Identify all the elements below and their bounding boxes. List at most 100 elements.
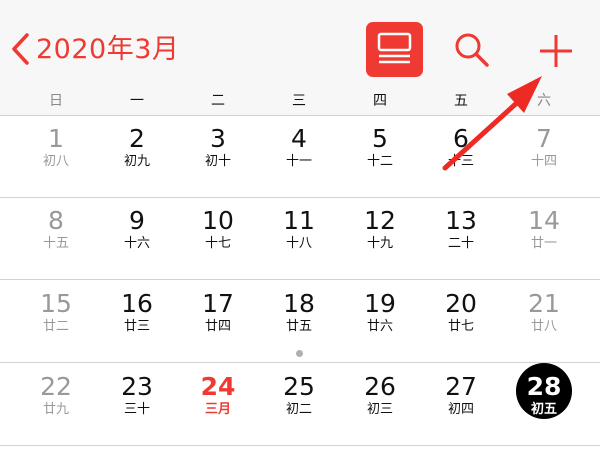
- search-button[interactable]: [452, 30, 492, 70]
- day-cell[interactable]: 24 三月: [183, 373, 253, 418]
- day-cell[interactable]: 7 十四: [509, 125, 579, 170]
- lunar-date: 初五: [530, 402, 557, 417]
- day-cell[interactable]: 2 初九: [102, 125, 172, 170]
- search-icon: [455, 33, 489, 67]
- lunar-date: 十三: [447, 154, 474, 169]
- week-divider: [0, 197, 600, 198]
- day-number: 10: [202, 206, 234, 235]
- lunar-date: 廿一: [530, 236, 557, 251]
- day-number: 25: [283, 372, 315, 401]
- day-cell[interactable]: 18 廿五: [264, 290, 334, 335]
- lunar-date: 十一: [285, 154, 312, 169]
- day-number: 15: [40, 289, 72, 318]
- day-cell[interactable]: 21 廿八: [509, 290, 579, 335]
- weekday-label: 三: [292, 93, 306, 109]
- day-cell[interactable]: 12 十九: [345, 207, 415, 252]
- lunar-date: 初三: [366, 402, 393, 417]
- week-divider: [0, 279, 600, 280]
- day-number: 1: [48, 124, 64, 153]
- lunar-date: 十八: [285, 236, 312, 251]
- weekday-label: 二: [211, 93, 225, 109]
- day-cell[interactable]: 13 二十: [426, 207, 496, 252]
- back-to-year-button[interactable]: 2020年3月: [10, 32, 179, 66]
- day-cell[interactable]: 10 十七: [183, 207, 253, 252]
- day-cell[interactable]: 15 廿二: [21, 290, 91, 335]
- lunar-date: 初八: [42, 154, 69, 169]
- day-number: 8: [48, 206, 64, 235]
- week-divider: [0, 362, 600, 363]
- day-number: 2: [129, 124, 145, 153]
- lunar-date: 廿二: [42, 319, 69, 334]
- list-view-icon: [377, 32, 412, 64]
- day-number: 21: [528, 289, 560, 318]
- day-number: 20: [445, 289, 477, 318]
- day-number: 3: [210, 124, 226, 153]
- day-cell[interactable]: 6 十三: [426, 125, 496, 170]
- lunar-date: 十四: [530, 154, 557, 169]
- day-cell[interactable]: 23 三十: [102, 373, 172, 418]
- day-cell[interactable]: 27 初四: [426, 373, 496, 418]
- day-number: 23: [121, 372, 153, 401]
- day-cell[interactable]: 20 廿七: [426, 290, 496, 335]
- lunar-date: 十二: [366, 154, 393, 169]
- day-number: 18: [283, 289, 315, 318]
- day-cell[interactable]: 16 廿三: [102, 290, 172, 335]
- day-number: 9: [129, 206, 145, 235]
- day-number: 26: [364, 372, 396, 401]
- day-cell[interactable]: 9 十六: [102, 207, 172, 252]
- lunar-date: 廿七: [447, 319, 474, 334]
- lunar-date: 初四: [447, 402, 474, 417]
- day-cell[interactable]: 5 十二: [345, 125, 415, 170]
- day-number: 17: [202, 289, 234, 318]
- day-cell[interactable]: 22 廿九: [21, 373, 91, 418]
- day-number: 6: [453, 124, 469, 153]
- lunar-date: 廿八: [530, 319, 557, 334]
- lunar-date: 初二: [285, 402, 312, 417]
- add-event-button[interactable]: [536, 31, 576, 71]
- day-number: 11: [283, 206, 315, 235]
- lunar-date: 廿三: [123, 319, 150, 334]
- weekday-header: 日 一 二 三 四 五 六: [0, 82, 600, 116]
- day-number: 28: [526, 372, 562, 401]
- day-cell[interactable]: 28 初五: [509, 363, 579, 419]
- day-number: 4: [291, 124, 307, 153]
- plus-icon: [540, 35, 572, 67]
- lunar-date: 初十: [204, 154, 231, 169]
- lunar-date: 廿六: [366, 319, 393, 334]
- weekday-label: 四: [373, 93, 387, 109]
- weekday-label: 日: [49, 93, 63, 109]
- lunar-date: 十九: [366, 236, 393, 251]
- day-cell[interactable]: 17 廿四: [183, 290, 253, 335]
- lunar-date: 初九: [123, 154, 150, 169]
- day-cell[interactable]: 19 廿六: [345, 290, 415, 335]
- day-cell[interactable]: 3 初十: [183, 125, 253, 170]
- day-cell[interactable]: 14 廿一: [509, 207, 579, 252]
- lunar-date: 三十: [123, 402, 150, 417]
- lunar-date: 廿四: [204, 319, 231, 334]
- day-number: 13: [445, 206, 477, 235]
- day-number: 24: [200, 372, 236, 401]
- week-divider: [0, 445, 600, 446]
- weekday-label: 五: [454, 93, 468, 109]
- day-number: 5: [372, 124, 388, 153]
- lunar-date: 廿九: [42, 402, 69, 417]
- day-number: 7: [536, 124, 552, 153]
- lunar-date: 十七: [204, 236, 231, 251]
- lunar-date: 廿五: [285, 319, 312, 334]
- day-cell[interactable]: 8 十五: [21, 207, 91, 252]
- day-number: 12: [364, 206, 396, 235]
- lunar-date: 十五: [42, 236, 69, 251]
- month-title: 2020年3月: [36, 33, 180, 65]
- day-cell[interactable]: 11 十八: [264, 207, 334, 252]
- day-cell[interactable]: 26 初三: [345, 373, 415, 418]
- chevron-left-icon: [12, 33, 29, 65]
- day-number: 16: [121, 289, 153, 318]
- day-number: 14: [528, 206, 560, 235]
- event-indicator-dot: [296, 350, 303, 357]
- day-cell[interactable]: 4 十一: [264, 125, 334, 170]
- list-view-button[interactable]: [366, 22, 423, 77]
- day-number: 27: [445, 372, 477, 401]
- day-cell[interactable]: 1 初八: [21, 125, 91, 170]
- calendar-header: 2020年3月: [0, 0, 600, 82]
- day-cell[interactable]: 25 初二: [264, 373, 334, 418]
